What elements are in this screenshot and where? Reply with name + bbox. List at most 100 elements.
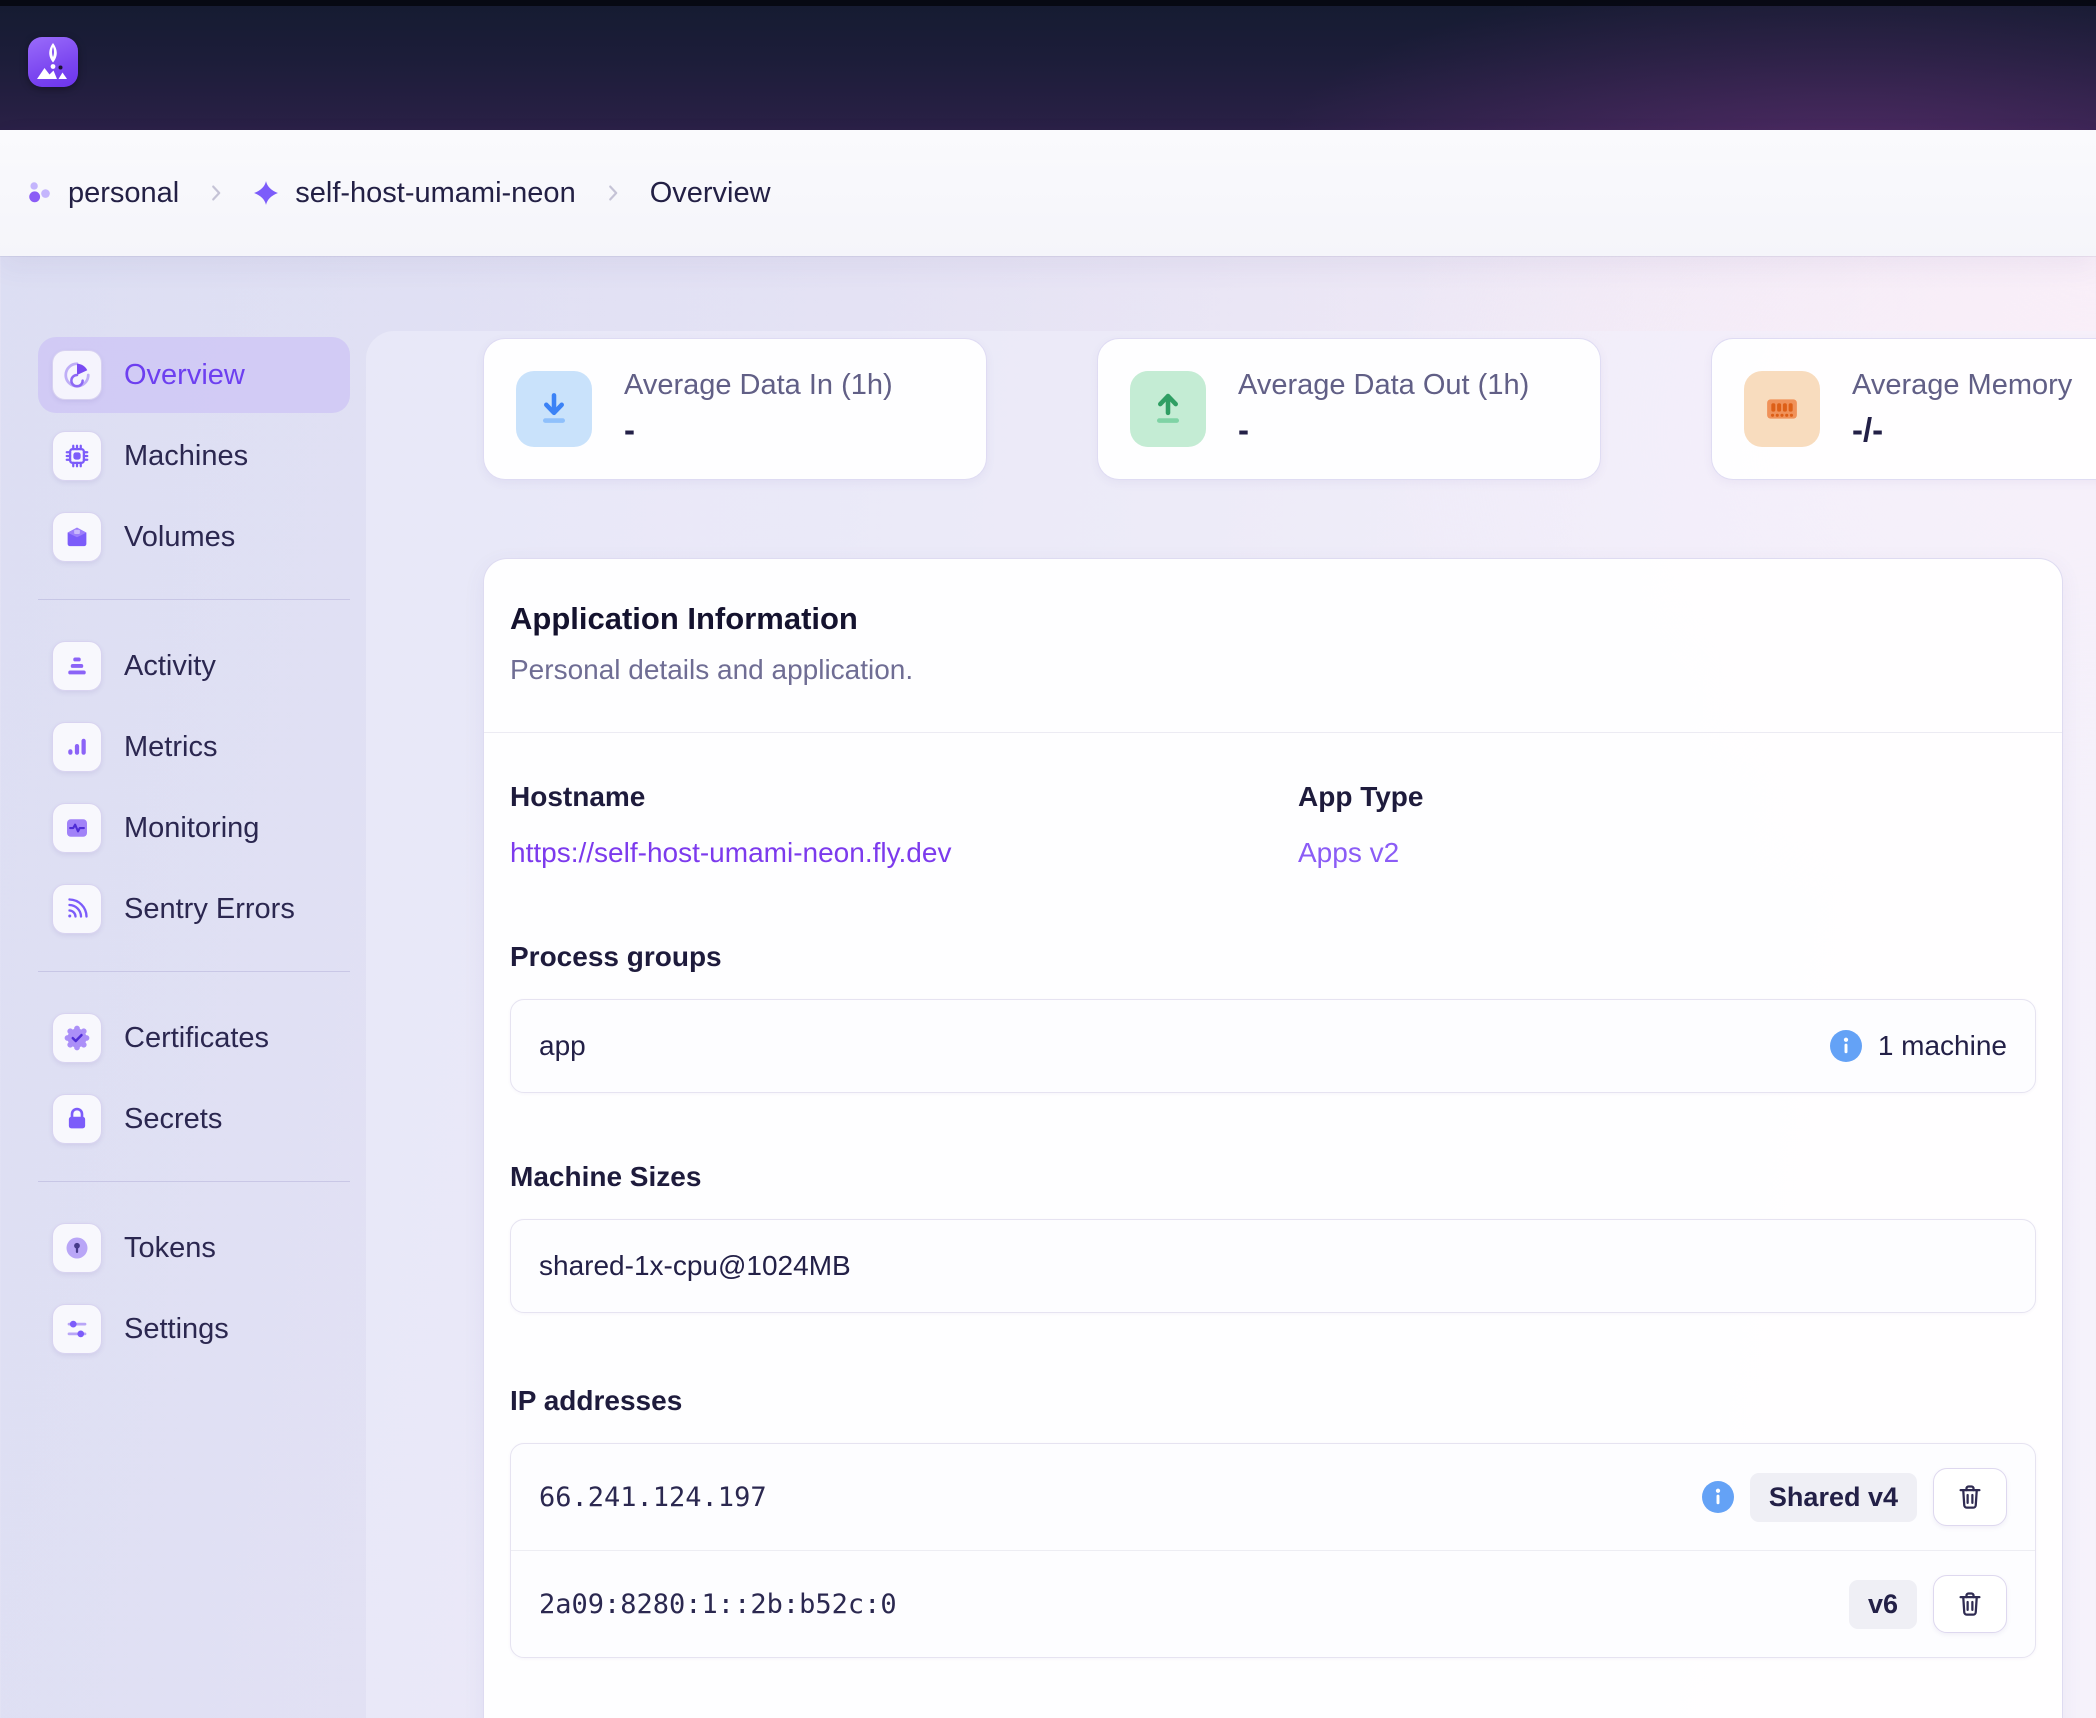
pulse-icon	[52, 803, 102, 853]
ip-row-v4: 66.241.124.197 Shared v4	[511, 1444, 2035, 1550]
ip-row-v6: 2a09:8280:1::2b:b52c:0 v6	[511, 1551, 2035, 1657]
app-type-value[interactable]: Apps v2	[1298, 837, 2036, 869]
trash-icon	[1955, 1482, 1985, 1512]
stat-card-data-in: Average Data In (1h) -	[483, 338, 987, 480]
sidebar-item-secrets[interactable]: Secrets	[38, 1081, 350, 1157]
process-group-row: app 1 machine	[511, 1000, 2035, 1092]
keyhole-icon	[52, 1223, 102, 1273]
process-group-name: app	[539, 1030, 586, 1062]
sidebar-divider	[38, 599, 350, 600]
ip-addresses-box: 66.241.124.197 Shared v4	[510, 1443, 2036, 1658]
sentry-icon	[52, 884, 102, 934]
sidebar-item-overview[interactable]: Overview	[38, 337, 350, 413]
machine-count: 1 machine	[1830, 1030, 2007, 1062]
sidebar-item-label: Machines	[124, 440, 248, 473]
sidebar-item-label: Sentry Errors	[124, 893, 295, 926]
sidebar-item-label: Monitoring	[124, 812, 259, 845]
breadcrumb-app[interactable]: self-host-umami-neon	[253, 177, 575, 210]
stat-value: -/-	[1852, 411, 2072, 449]
sidebar-item-monitoring[interactable]: Monitoring	[38, 790, 350, 866]
sidebar-item-label: Secrets	[124, 1103, 222, 1136]
breadcrumb-org-label: personal	[68, 177, 179, 210]
sidebar-item-machines[interactable]: Machines	[38, 418, 350, 494]
sidebar-item-label: Settings	[124, 1313, 229, 1346]
badge-check-icon	[52, 1013, 102, 1063]
app-type-field: App Type Apps v2	[1298, 781, 2036, 869]
download-icon	[516, 371, 592, 447]
sidebar-item-label: Volumes	[124, 521, 235, 554]
process-groups-label: Process groups	[510, 941, 2036, 973]
info-icon[interactable]	[1830, 1030, 1862, 1062]
stat-card-memory: Average Memory -/-	[1711, 338, 2096, 480]
chevron-right-icon	[205, 182, 227, 204]
breadcrumb-org[interactable]: personal	[26, 177, 179, 210]
ip-address-v4: 66.241.124.197	[539, 1482, 767, 1513]
section-divider	[484, 732, 2062, 733]
sidebar-item-tokens[interactable]: Tokens	[38, 1210, 350, 1286]
stat-label: Average Data In (1h)	[624, 369, 893, 402]
sidebar-item-label: Certificates	[124, 1022, 269, 1055]
stat-label: Average Data Out (1h)	[1238, 369, 1529, 402]
breadcrumb-page[interactable]: Overview	[650, 177, 771, 210]
ip-type-badge: v6	[1849, 1580, 1917, 1629]
bar-chart-icon	[52, 722, 102, 772]
application-information-card: Application Information Personal details…	[483, 558, 2063, 1718]
balloon-icon	[28, 37, 78, 87]
sidebar-divider	[38, 971, 350, 972]
layers-icon	[52, 641, 102, 691]
ip-address-v6: 2a09:8280:1::2b:b52c:0	[539, 1589, 897, 1620]
section-subtitle: Personal details and application.	[510, 654, 2036, 686]
hostname-link[interactable]: https://self-host-umami-neon.fly.dev	[510, 837, 1298, 869]
sidebar-divider	[38, 1181, 350, 1182]
sidebar-item-metrics[interactable]: Metrics	[38, 709, 350, 785]
hostname-apptype-row: Hostname https://self-host-umami-neon.fl…	[510, 781, 2036, 869]
section-title: Application Information	[510, 601, 2036, 637]
stat-card-data-out: Average Data Out (1h) -	[1097, 338, 1601, 480]
machine-size-value: shared-1x-cpu@1024MB	[539, 1250, 851, 1282]
sidebar-item-label: Metrics	[124, 731, 217, 764]
machine-size-row: shared-1x-cpu@1024MB	[511, 1220, 2035, 1312]
org-dots-icon	[26, 180, 52, 206]
ip-type-badge: Shared v4	[1750, 1473, 1917, 1522]
app-type-label: App Type	[1298, 781, 2036, 813]
application-information-header: Application Information Personal details…	[484, 559, 2062, 732]
stats-row: Average Data In (1h) - Average Data Out …	[483, 338, 2096, 480]
sidebar-item-label: Activity	[124, 650, 216, 683]
info-icon[interactable]	[1702, 1481, 1734, 1513]
stat-value: -	[624, 411, 893, 449]
sidebar-item-label: Tokens	[124, 1232, 216, 1265]
sidebar-nav: Overview Machines Volumes	[38, 337, 350, 1372]
sidebar-item-volumes[interactable]: Volumes	[38, 499, 350, 575]
ip-addresses-label: IP addresses	[510, 1385, 2036, 1417]
pie-chart-icon	[52, 350, 102, 400]
sliders-icon	[52, 1304, 102, 1354]
sidebar-item-label: Overview	[124, 359, 245, 392]
lock-icon	[52, 1094, 102, 1144]
sparkle-icon	[253, 180, 279, 206]
sidebar-item-activity[interactable]: Activity	[38, 628, 350, 704]
hostname-field: Hostname https://self-host-umami-neon.fl…	[510, 781, 1298, 869]
sidebar-item-settings[interactable]: Settings	[38, 1291, 350, 1367]
sidebar-item-sentry-errors[interactable]: Sentry Errors	[38, 871, 350, 947]
upload-icon	[1130, 371, 1206, 447]
delete-ip-button[interactable]	[1933, 1468, 2007, 1526]
breadcrumb: personal self-host-umami-neon Overview	[0, 130, 2096, 256]
sidebar-item-certificates[interactable]: Certificates	[38, 1000, 350, 1076]
memory-icon	[1744, 371, 1820, 447]
stat-label: Average Memory	[1852, 369, 2072, 402]
chevron-right-icon	[602, 182, 624, 204]
machine-sizes-label: Machine Sizes	[510, 1161, 2036, 1193]
trash-icon	[1955, 1589, 1985, 1619]
hostname-label: Hostname	[510, 781, 1298, 813]
top-app-bar	[0, 0, 2096, 130]
cpu-chip-icon	[52, 431, 102, 481]
machine-count-label: 1 machine	[1878, 1030, 2007, 1062]
fly-logo[interactable]	[28, 37, 78, 87]
stat-value: -	[1238, 411, 1529, 449]
breadcrumb-app-label: self-host-umami-neon	[295, 177, 575, 210]
breadcrumb-page-label: Overview	[650, 177, 771, 210]
delete-ip-button[interactable]	[1933, 1575, 2007, 1633]
process-groups-box: app 1 machine	[510, 999, 2036, 1093]
machine-sizes-box: shared-1x-cpu@1024MB	[510, 1219, 2036, 1313]
package-icon	[52, 512, 102, 562]
